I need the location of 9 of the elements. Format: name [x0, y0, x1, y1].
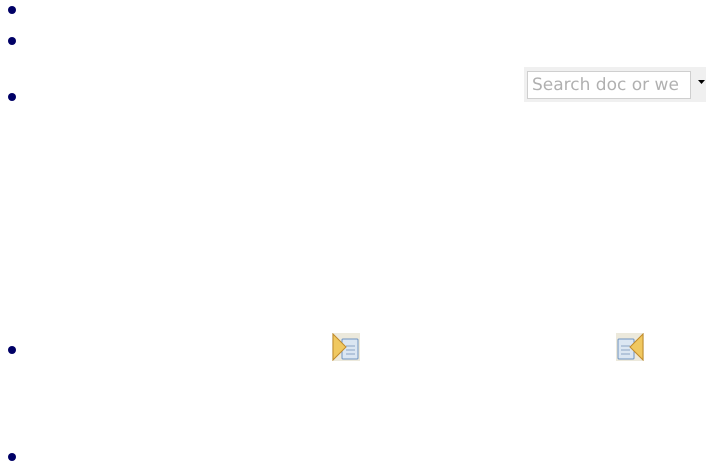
bullet-icon	[8, 453, 16, 461]
arrow-document-icon[interactable]	[616, 333, 644, 361]
bullet-icon	[8, 346, 16, 354]
bullet-icon	[8, 6, 16, 14]
bullet-icon	[8, 37, 16, 45]
bullet-icon	[8, 93, 16, 101]
search-field[interactable]: Search doc or we	[527, 70, 691, 98]
caret-icon[interactable]	[698, 80, 705, 84]
arrow-document-icon[interactable]	[332, 333, 360, 361]
